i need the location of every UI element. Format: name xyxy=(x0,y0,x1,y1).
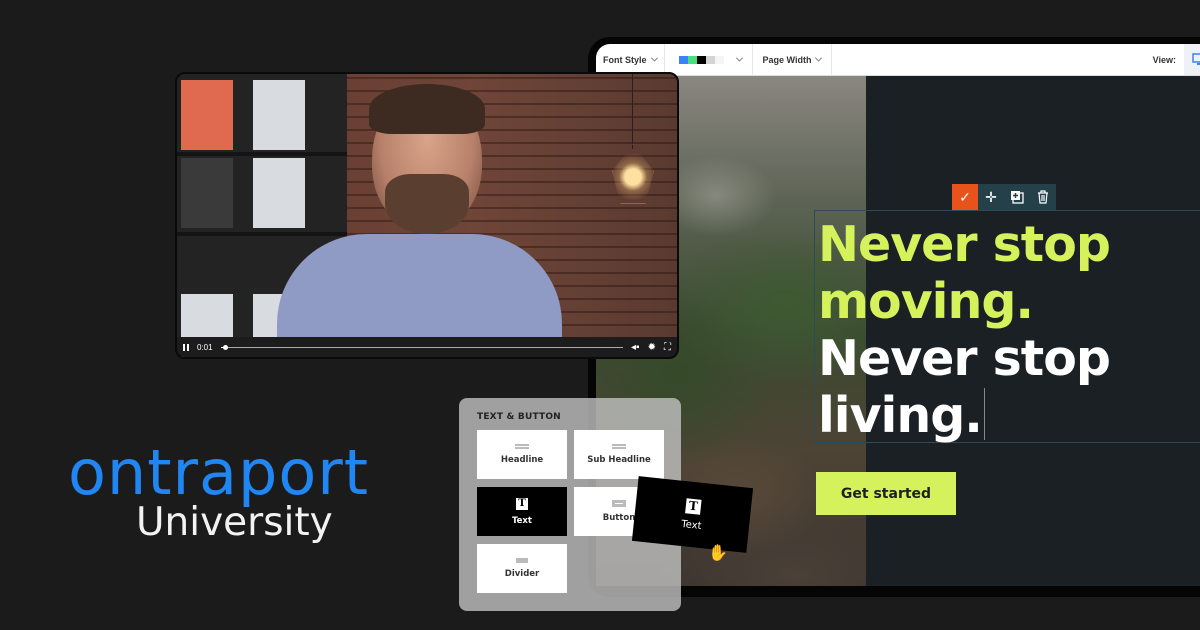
text-tile[interactable]: T Text xyxy=(477,487,567,536)
font-style-label: Font Style xyxy=(603,54,647,65)
confirm-button[interactable]: ✓ xyxy=(952,184,978,210)
chevron-down-icon xyxy=(650,54,658,62)
hero-headline[interactable]: Never stop moving. Never stop living. xyxy=(818,216,1198,444)
video-time: 0:01 xyxy=(197,342,213,352)
color-swatch xyxy=(714,55,724,64)
editor-toolbar: Font Style Page Width View: xyxy=(596,44,1200,76)
view-label: View: xyxy=(1152,54,1176,65)
headline-line-2: Never stop living. xyxy=(818,330,1111,444)
tile-label: Text xyxy=(512,515,532,526)
page-width-dropdown[interactable]: Page Width xyxy=(753,44,833,75)
panel-title: TEXT & BUTTON xyxy=(477,412,561,422)
color-swatches xyxy=(678,55,724,64)
video-frame xyxy=(177,74,677,357)
font-style-dropdown[interactable]: Font Style xyxy=(596,44,665,75)
tile-label: Headline xyxy=(500,455,544,465)
chevron-down-icon xyxy=(735,54,743,62)
color-swatch xyxy=(687,55,697,64)
grab-cursor-icon: ✋ xyxy=(708,545,728,562)
color-swatch xyxy=(696,55,706,64)
video-controls: 0:01 ◂▪ ✹ ⛶ xyxy=(177,337,677,357)
progress-knob[interactable] xyxy=(222,344,228,350)
chevron-down-icon xyxy=(815,54,823,62)
settings-icon[interactable]: ✹ xyxy=(648,342,656,353)
video-player[interactable]: 0:01 ◂▪ ✹ ⛶ xyxy=(175,72,679,359)
fullscreen-icon[interactable]: ⛶ xyxy=(664,342,671,353)
delete-button[interactable] xyxy=(1030,184,1056,210)
drag-tile-label: Text xyxy=(680,518,703,532)
tile-label: Sub Headline xyxy=(587,455,651,465)
university-label: University xyxy=(136,500,333,545)
volume-icon[interactable]: ◂▪ xyxy=(631,342,640,353)
sub-headline-icon xyxy=(612,444,626,449)
divider-tile[interactable]: Divider xyxy=(477,544,567,593)
trash-icon xyxy=(1038,190,1048,204)
headline-line-1: Never stop moving. xyxy=(818,216,1111,330)
color-swatch xyxy=(678,55,688,64)
divider-icon xyxy=(516,558,528,563)
check-icon: ✓ xyxy=(959,188,971,205)
page-width-label: Page Width xyxy=(762,54,812,65)
video-progress-bar[interactable] xyxy=(220,344,624,350)
tile-label: Divider xyxy=(504,569,540,579)
desktop-view-icon xyxy=(1192,52,1200,65)
desktop-view-button[interactable] xyxy=(1184,44,1200,75)
dragging-text-tile[interactable]: T Text xyxy=(631,476,754,553)
pause-icon[interactable] xyxy=(183,343,189,351)
move-icon: ✛ xyxy=(985,188,997,205)
button-icon xyxy=(612,500,626,507)
text-icon: T xyxy=(685,497,702,515)
duplicate-icon xyxy=(1011,191,1024,204)
text-icon: T xyxy=(516,497,528,510)
headline-tile[interactable]: Headline xyxy=(477,430,567,479)
color-swatch xyxy=(705,55,715,64)
headline-icon xyxy=(515,444,529,449)
pendant-lamp xyxy=(612,144,654,204)
duplicate-button[interactable] xyxy=(1004,184,1030,210)
get-started-button[interactable]: Get started xyxy=(816,472,956,515)
sub-headline-tile[interactable]: Sub Headline xyxy=(574,430,664,479)
tile-label: Button xyxy=(602,513,636,523)
block-action-toolbar: ✓ ✛ xyxy=(952,184,1056,210)
color-palette-dropdown[interactable] xyxy=(665,44,753,75)
presenter-shirt xyxy=(277,234,562,354)
ontraport-logo: ontraport xyxy=(68,436,370,509)
move-button[interactable]: ✛ xyxy=(978,184,1004,210)
text-caret xyxy=(983,388,985,440)
